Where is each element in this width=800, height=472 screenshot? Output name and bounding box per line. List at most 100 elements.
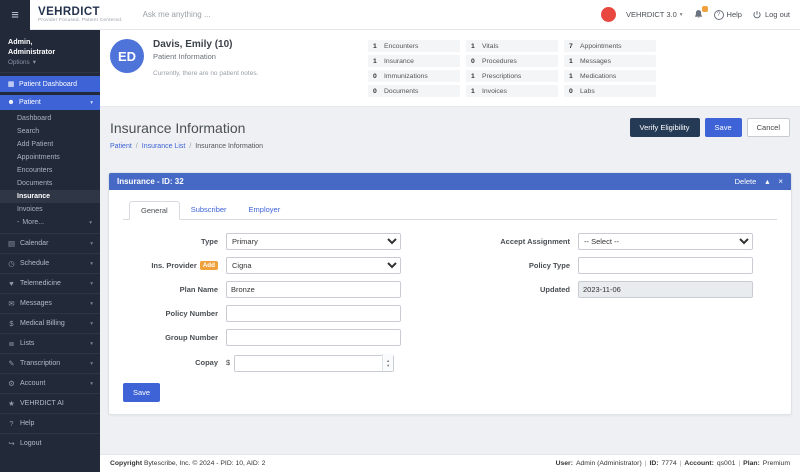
form-row-updated: Updated xyxy=(475,281,777,298)
sidebar-user-name: Admin, xyxy=(8,37,92,47)
stat-count: 1 xyxy=(471,73,477,80)
type-select[interactable]: Primary xyxy=(226,233,401,250)
stat-appointments[interactable]: 7Appointments xyxy=(564,40,656,52)
user-avatar[interactable] xyxy=(601,7,616,22)
accept-assignment-select[interactable]: -- Select -- xyxy=(578,233,753,250)
chevron-down-icon: ▾ xyxy=(90,341,93,347)
logo-tagline: Provider Focused. Patient Centered. xyxy=(38,18,123,23)
sidebar-item-logout[interactable]: ↪ Logout xyxy=(0,433,100,453)
plan-name-input[interactable] xyxy=(226,281,401,298)
delete-button[interactable]: Delete xyxy=(735,177,757,186)
stat-labs[interactable]: 0Labs xyxy=(564,85,656,97)
submenu-label: Insurance xyxy=(17,193,50,200)
stat-procedures[interactable]: 0 Procedures xyxy=(466,55,558,67)
form-save-button[interactable]: Save xyxy=(123,383,160,402)
tab-employer[interactable]: Employer xyxy=(238,201,292,220)
provider-select[interactable]: Cigna xyxy=(226,257,401,274)
sidebar-item-insurance[interactable]: Insurance xyxy=(0,190,100,203)
logout-icon: ↪ xyxy=(7,439,16,448)
sidebar-item-encounters[interactable]: Encounters xyxy=(0,164,100,177)
notifications-button[interactable] xyxy=(693,9,704,20)
footer-separator: | xyxy=(645,460,647,467)
sidebar-item-appointments[interactable]: Appointments xyxy=(0,151,100,164)
footer-meta: User: Admin (Administrator) | ID: 7774 |… xyxy=(556,460,790,467)
sidebar-item-transcription[interactable]: ✎ Transcription ▾ xyxy=(0,353,100,373)
sidebar-section-patient[interactable]: ☻ Patient ▾ xyxy=(0,95,100,110)
policy-type-input[interactable] xyxy=(578,257,753,274)
stat-label: Procedures xyxy=(482,58,517,65)
list-icon: ≣ xyxy=(7,339,16,348)
policy-number-input[interactable] xyxy=(226,305,401,322)
updated-input xyxy=(578,281,753,298)
step-down-icon[interactable]: ▾ xyxy=(387,363,389,368)
sidebar-item-messages[interactable]: ✉ Messages ▾ xyxy=(0,293,100,313)
app-logo[interactable]: VEHRDICT Provider Focused. Patient Cente… xyxy=(38,6,123,24)
chevron-down-icon: ▾ xyxy=(89,220,92,226)
stat-invoices[interactable]: 1Invoices xyxy=(466,85,558,97)
stat-messages[interactable]: 1Messages xyxy=(564,55,656,67)
hamburger-menu-button[interactable]: ≡ xyxy=(0,0,30,30)
verify-eligibility-button[interactable]: Verify Eligibility xyxy=(630,118,700,137)
stat-medications[interactable]: 1Medications xyxy=(564,70,656,82)
global-search-input[interactable] xyxy=(143,10,363,19)
sidebar-item-invoices[interactable]: Invoices xyxy=(0,203,100,216)
sidebar-item-documents[interactable]: Documents xyxy=(0,177,100,190)
add-provider-button[interactable]: Add xyxy=(200,261,218,270)
sidebar-item-label: Calendar xyxy=(20,240,48,247)
clock-icon: ◷ xyxy=(7,259,16,268)
sidebar-item-telemedicine[interactable]: ♥ Telemedicine ▾ xyxy=(0,273,100,293)
form-row-policy-type: Policy Type xyxy=(475,257,777,274)
stat-insurance[interactable]: 1Insurance xyxy=(368,55,460,67)
sidebar-item-more[interactable]: - More... ▾ xyxy=(0,216,100,229)
chevron-down-icon: ▾ xyxy=(90,361,93,367)
sidebar-item-label: Medical Billing xyxy=(20,320,65,327)
sidebar-item-add-patient[interactable]: Add Patient xyxy=(0,138,100,151)
tab-subscriber[interactable]: Subscriber xyxy=(180,201,238,220)
breadcrumb-current: Insurance Information xyxy=(195,143,263,150)
sidebar-item-patient-dashboard[interactable]: ▦ Patient Dashboard xyxy=(0,76,100,92)
sidebar-item-search[interactable]: Search xyxy=(0,125,100,138)
sidebar-item-medical-billing[interactable]: $ Medical Billing ▾ xyxy=(0,313,100,333)
sidebar-item-lists[interactable]: ≣ Lists ▾ xyxy=(0,333,100,353)
sidebar-section-label: Patient xyxy=(19,99,41,106)
sidebar-options-button[interactable]: Options ▾ xyxy=(8,59,92,66)
sidebar-item-dashboard[interactable]: Dashboard xyxy=(0,112,100,125)
page-title-row: Insurance Information Verify Eligibility… xyxy=(100,107,800,143)
stat-immunizations[interactable]: 0 Immunizations xyxy=(368,70,460,82)
sidebar-item-vehrdict-ai[interactable]: ★ VEHRDICT AI xyxy=(0,393,100,413)
footer-copyright: Copyright Bytescribe, Inc. © 2024 - PID:… xyxy=(110,460,265,467)
sidebar-item-calendar[interactable]: ▤ Calendar ▾ xyxy=(0,233,100,253)
pencil-icon: ✎ xyxy=(7,359,16,368)
stat-count: 1 xyxy=(471,88,477,95)
save-button[interactable]: Save xyxy=(705,118,742,137)
stat-label: Medications xyxy=(580,73,616,80)
breadcrumb-patient[interactable]: Patient xyxy=(110,143,132,150)
sidebar-item-schedule[interactable]: ◷ Schedule ▾ xyxy=(0,253,100,273)
breadcrumb-insurance-list[interactable]: Insurance List xyxy=(142,143,186,150)
group-number-input[interactable] xyxy=(226,329,401,346)
stat-encounters[interactable]: 1Encounters xyxy=(368,40,460,52)
cancel-button[interactable]: Cancel xyxy=(747,118,790,137)
stat-count: 0 xyxy=(471,58,477,65)
tab-general[interactable]: General xyxy=(129,201,180,220)
stat-count: 0 xyxy=(373,73,379,80)
help-button[interactable]: ? Help xyxy=(714,10,742,20)
stat-prescriptions[interactable]: 1Prescriptions xyxy=(466,70,558,82)
sidebar-item-label: Account xyxy=(20,380,45,387)
account-menu[interactable]: VEHRDICT 3.0 ▾ xyxy=(626,10,682,19)
stats-column-2: 1Vitals 0 Procedures 1Prescriptions 1Invo… xyxy=(466,40,558,97)
stepper-icon[interactable]: ▴ ▾ xyxy=(382,354,393,371)
stat-label: Immunizations xyxy=(384,73,428,80)
chevron-down-icon: ▾ xyxy=(33,59,36,66)
logout-button[interactable]: Log out xyxy=(752,10,790,20)
close-icon[interactable]: × xyxy=(778,178,783,186)
collapse-button[interactable]: ▴ xyxy=(765,178,769,186)
copay-input[interactable] xyxy=(234,355,394,372)
stat-documents[interactable]: 0Documents xyxy=(368,85,460,97)
form-right-column: Accept Assignment -- Select -- Policy Ty… xyxy=(475,233,777,305)
sidebar-item-account[interactable]: ⚙ Account ▾ xyxy=(0,373,100,393)
chevron-down-icon: ▾ xyxy=(90,100,93,106)
stat-vitals[interactable]: 1Vitals xyxy=(466,40,558,52)
provider-label: Ins. Provider xyxy=(151,261,196,270)
sidebar-item-help[interactable]: ? Help xyxy=(0,413,100,433)
